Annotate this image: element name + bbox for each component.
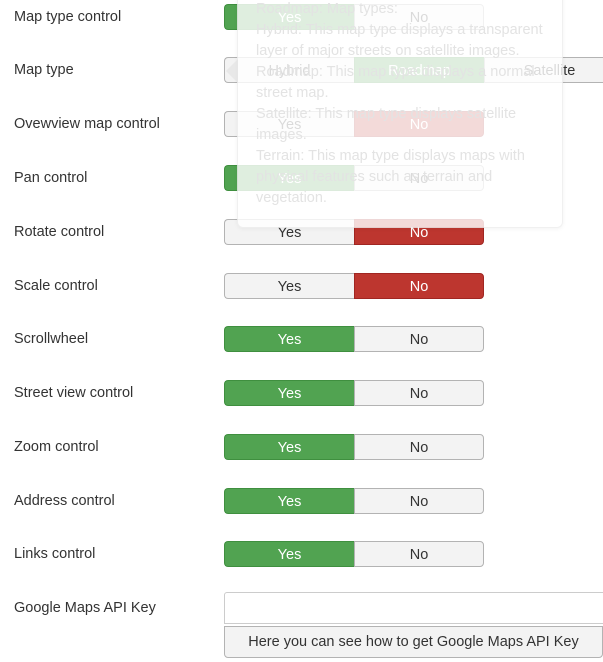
yes-button[interactable]: Yes [224,488,354,514]
links-control-toggle: Yes No [224,541,484,567]
map-type-tooltip: Roadmap: Map types: Hybrid: This map typ… [226,0,563,228]
field-address-control: Address control Yes No [0,488,603,516]
tooltip-line: Roadmap: This map type displays a normal… [256,64,535,101]
field-label: Zoom control [14,439,99,455]
no-button[interactable]: No [354,273,484,299]
field-label: Ovewview map control [14,116,160,132]
field-street-view-control: Street view control Yes No [0,380,603,408]
field-scale-control: Scale control Yes No [0,273,603,301]
yes-button[interactable]: Yes [224,326,354,352]
tooltip-line: Roadmap: Map types: [256,1,398,17]
yes-button[interactable]: Yes [224,434,354,460]
api-key-input[interactable] [224,592,603,624]
scrollwheel-toggle: Yes No [224,326,484,352]
no-button[interactable]: No [354,541,484,567]
no-button[interactable]: No [354,326,484,352]
field-label: Map type [14,62,74,78]
no-button[interactable]: No [354,380,484,406]
zoom-control-toggle: Yes No [224,434,484,460]
tooltip-line: Hybrid: This map type displays a transpa… [256,22,543,59]
tooltip-arrow [226,59,238,83]
field-label: Map type control [14,9,122,25]
field-label: Street view control [14,385,134,401]
no-button[interactable]: No [354,434,484,460]
yes-button[interactable]: Yes [224,273,354,299]
field-label: Links control [14,546,96,562]
yes-button[interactable]: Yes [224,541,354,567]
field-label: Scale control [14,278,98,294]
no-button[interactable]: No [354,488,484,514]
field-label: Pan control [14,170,88,186]
field-zoom-control: Zoom control Yes No [0,434,603,462]
street-view-control-toggle: Yes No [224,380,484,406]
tooltip-line: Terrain: This map type displays maps wit… [256,148,525,206]
tooltip-line: Satellite: This map type displays satell… [256,106,517,143]
yes-button[interactable]: Yes [224,380,354,406]
field-links-control: Links control Yes No [0,541,603,569]
address-control-toggle: Yes No [224,488,484,514]
scale-control-toggle: Yes No [224,273,484,299]
field-label: Address control [14,493,115,509]
field-label: Rotate control [14,224,105,240]
field-label: Google Maps API Key [14,600,156,616]
field-scrollwheel: Scrollwheel Yes No [0,326,603,354]
api-key-help-button[interactable]: Here you can see how to get Google Maps … [224,626,603,658]
field-label: Scrollwheel [14,331,89,347]
